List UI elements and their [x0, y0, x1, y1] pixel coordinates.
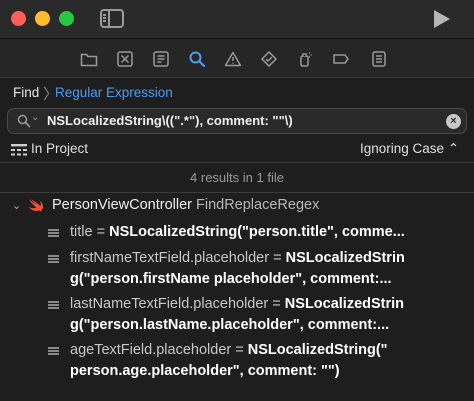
result-match: NSLocalizedString(": [247, 342, 388, 358]
magnifier-icon[interactable]: [188, 51, 206, 67]
chevron-down-icon[interactable]: ⌄: [31, 112, 39, 123]
search-scope-bar: In Project Ignoring Case ⌃: [0, 137, 474, 163]
result-context: firstNameTextField.placeholder =: [70, 250, 286, 266]
spray-can-icon[interactable]: [296, 51, 314, 67]
search-result-row[interactable]: ageTextField.placeholder = NSLocalizedSt…: [0, 340, 474, 386]
find-search-field[interactable]: ⌄ NSLocalizedString\((".*"), comment: ""…: [7, 108, 467, 134]
zoom-window-button[interactable]: [59, 11, 74, 26]
result-line-icon: [48, 255, 59, 263]
result-file-group[interactable]: ⌄ PersonViewController FindReplaceRegex: [0, 195, 474, 217]
minimize-window-button[interactable]: [35, 11, 50, 26]
result-context: title =: [70, 224, 110, 240]
folder-icon[interactable]: [80, 51, 98, 67]
results-summary: 4 results in 1 file: [0, 163, 474, 193]
result-line-icon: [48, 229, 59, 237]
result-line-icon: [48, 301, 59, 309]
result-context: lastNameTextField.placeholder =: [70, 296, 285, 312]
project-scope-icon: [11, 144, 27, 156]
search-input[interactable]: NSLocalizedString\((".*"), comment: ""\): [47, 113, 293, 128]
chevron-down-icon[interactable]: ⌄: [12, 199, 21, 212]
report-list-icon[interactable]: [370, 51, 388, 67]
find-breadcrumb: Find 〉 Regular Expression: [0, 79, 474, 107]
clear-search-icon[interactable]: ×: [446, 114, 461, 129]
result-match: NSLocalizedStrin: [284, 296, 405, 312]
result-match: g("person.lastName.placeholder", comment…: [70, 317, 390, 333]
test-diamond-icon[interactable]: [260, 51, 278, 67]
swift-file-icon: [28, 198, 44, 212]
search-scope-button[interactable]: In Project: [31, 141, 88, 156]
sidebar-toggle-icon[interactable]: [100, 9, 124, 28]
result-match: NSLocalizedString("person.title", comme.…: [109, 224, 405, 240]
target-name: FindReplaceRegex: [196, 197, 320, 213]
find-mode-label[interactable]: Find: [13, 85, 39, 100]
warning-icon[interactable]: [224, 51, 242, 67]
search-icon[interactable]: [17, 114, 31, 128]
search-result-row[interactable]: firstNameTextField.placeholder = NSLocal…: [0, 248, 474, 294]
search-result-row[interactable]: lastNameTextField.placeholder = NSLocali…: [0, 294, 474, 340]
symbol-icon[interactable]: [152, 51, 170, 67]
case-sensitivity-select[interactable]: Ignoring Case ⌃: [360, 141, 459, 157]
source-control-icon[interactable]: [116, 51, 134, 67]
play-icon[interactable]: [434, 10, 450, 28]
file-name: PersonViewController: [52, 197, 192, 213]
navigator-tab-bar: [0, 38, 474, 78]
close-window-button[interactable]: [11, 11, 26, 26]
result-context: ageTextField.placeholder =: [70, 342, 248, 358]
result-match: NSLocalizedStrin: [285, 250, 405, 266]
title-bar: [0, 0, 474, 38]
result-line-icon: [48, 347, 59, 355]
regular-expression-link[interactable]: Regular Expression: [55, 85, 173, 100]
result-match: g("person.firstName placeholder", commen…: [70, 271, 392, 287]
search-result-row[interactable]: title = NSLocalizedString("person.title"…: [0, 222, 474, 246]
breakpoint-icon[interactable]: [332, 51, 350, 67]
result-match: person.age.placeholder", comment: ""): [70, 363, 340, 379]
